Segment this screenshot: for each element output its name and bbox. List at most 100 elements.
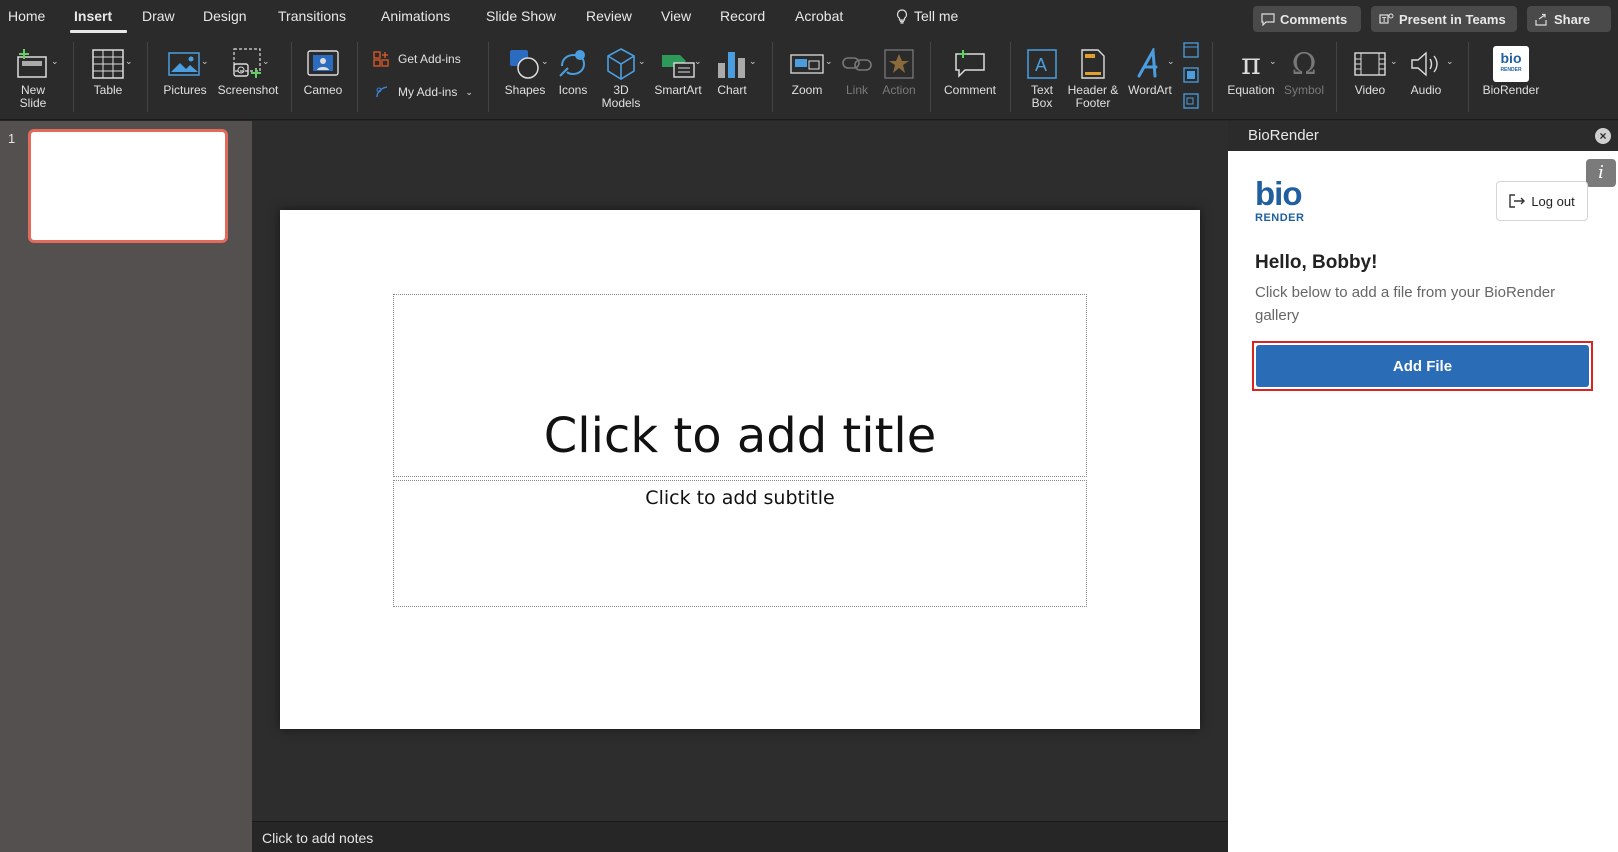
lightbulb-icon	[896, 9, 908, 24]
icons-button[interactable]: Icons	[552, 44, 594, 97]
chevron-down-icon[interactable]: ⌄	[1269, 56, 1277, 67]
wordart-button[interactable]: WordArt	[1124, 44, 1176, 97]
header-footer-icon	[1081, 49, 1105, 79]
slide-thumbnail[interactable]	[28, 129, 228, 243]
svg-text:T: T	[1382, 17, 1387, 24]
tab-slide-show[interactable]: Slide Show	[486, 8, 556, 24]
3d-models-label-2: Models	[601, 96, 641, 110]
close-icon[interactable]: ×	[1595, 128, 1611, 144]
active-tab-indicator	[70, 30, 127, 33]
date-number-object-icons[interactable]	[1182, 40, 1200, 114]
screenshot-label: Screenshot	[217, 83, 279, 97]
biorender-logo-subtext: RENDER	[1255, 212, 1305, 224]
comment-label: Comment	[943, 83, 996, 97]
ribbon-divider	[1212, 42, 1213, 112]
tab-home[interactable]: Home	[8, 8, 45, 24]
tab-insert[interactable]: Insert	[74, 8, 112, 24]
audio-button[interactable]: Audio	[1404, 44, 1448, 97]
tab-animations[interactable]: Animations	[381, 8, 450, 24]
chevron-down-icon[interactable]: ⌄	[749, 56, 757, 67]
ribbon-divider	[73, 42, 74, 112]
chevron-down-icon[interactable]: ⌄	[541, 56, 549, 67]
header-footer-button[interactable]: Header & Footer	[1066, 44, 1120, 110]
chart-icon	[718, 52, 745, 78]
tab-transitions[interactable]: Transitions	[278, 8, 346, 24]
symbol-button[interactable]: Ω Symbol	[1282, 44, 1326, 97]
new-slide-icon	[17, 49, 47, 78]
tab-draw[interactable]: Draw	[142, 8, 175, 24]
present-in-teams-label: Present in Teams	[1399, 11, 1506, 27]
chevron-down-icon[interactable]: ⌄	[1446, 56, 1454, 67]
chevron-down-icon[interactable]: ⌄	[694, 56, 702, 67]
tab-design[interactable]: Design	[203, 8, 247, 24]
equation-button[interactable]: π Equation	[1222, 44, 1280, 97]
share-icon	[1535, 13, 1547, 26]
action-button[interactable]: Action	[880, 44, 918, 97]
chevron-down-icon[interactable]: ⌄	[638, 56, 646, 67]
addin-icon	[376, 86, 388, 98]
new-slide-button[interactable]: New Slide	[8, 44, 58, 110]
pictures-label: Pictures	[163, 83, 207, 97]
chevron-down-icon[interactable]: ⌄	[51, 56, 59, 67]
link-label: Link	[845, 83, 868, 97]
my-addins-button[interactable]: My Add-ins ⌄	[374, 84, 473, 100]
get-addins-button[interactable]: Get Add-ins	[372, 50, 461, 68]
tab-acrobat[interactable]: Acrobat	[795, 8, 843, 24]
biorender-ribbon-button[interactable]: bio RENDER BioRender	[1478, 44, 1544, 97]
tab-record[interactable]: Record	[720, 8, 765, 24]
smartart-button[interactable]: SmartArt	[650, 44, 706, 97]
tab-view[interactable]: View	[661, 8, 691, 24]
equation-label: Equation	[1227, 83, 1275, 97]
pictures-button[interactable]: Pictures	[160, 44, 210, 97]
chevron-down-icon[interactable]: ⌄	[201, 56, 209, 67]
my-addins-label: My Add-ins	[398, 85, 458, 99]
comments-button[interactable]: Comments	[1253, 6, 1361, 32]
ribbon-divider	[1336, 42, 1337, 112]
svg-text:A: A	[1035, 55, 1047, 75]
shapes-button[interactable]: Shapes	[500, 44, 550, 97]
wordart-label: WordArt	[1128, 83, 1172, 97]
wordart-icon	[1137, 48, 1158, 78]
slide-canvas[interactable]: Click to add title Click to add subtitle	[280, 210, 1200, 729]
tell-me-search[interactable]: Tell me	[914, 8, 958, 24]
cameo-button[interactable]: Cameo	[300, 44, 346, 97]
add-file-button[interactable]: Add File	[1256, 345, 1589, 387]
biorender-task-pane: i bio RENDER Log out Hello, Bobby! Click…	[1228, 151, 1618, 852]
comment-button[interactable]: Comment	[942, 44, 998, 97]
ribbon-divider	[488, 42, 489, 112]
biorender-logo: bio	[1255, 175, 1302, 212]
title-placeholder[interactable]: Click to add title	[393, 294, 1087, 477]
film-icon	[1354, 52, 1386, 76]
chevron-down-icon[interactable]: ⌄	[1167, 56, 1175, 67]
chevron-down-icon[interactable]: ⌄	[1390, 56, 1398, 67]
logout-button[interactable]: Log out	[1496, 181, 1588, 221]
present-in-teams-button[interactable]: T Present in Teams	[1371, 6, 1517, 32]
pi-icon: π	[1241, 46, 1261, 82]
cube-icon	[607, 48, 635, 80]
ribbon-divider	[1010, 42, 1011, 112]
subtitle-placeholder[interactable]: Click to add subtitle	[393, 480, 1087, 607]
3d-models-button[interactable]: 3D Models	[600, 44, 642, 110]
table-button[interactable]: Table	[85, 44, 131, 97]
zoom-button[interactable]: Zoom	[785, 44, 829, 97]
zoom-icon	[790, 54, 824, 74]
ribbon-divider	[1468, 42, 1469, 112]
link-button[interactable]: Link	[840, 44, 874, 97]
action-label: Action	[882, 83, 916, 97]
slide-thumbnail-pane: 1	[0, 121, 252, 852]
chevron-down-icon[interactable]: ⌄	[125, 56, 133, 67]
notes-pane[interactable]: Click to add notes	[252, 821, 1228, 852]
chevron-down-icon[interactable]: ⌄	[262, 56, 270, 67]
instructions-text: Click below to add a file from your BioR…	[1255, 284, 1556, 324]
chart-button[interactable]: Chart	[710, 44, 754, 97]
chevron-down-icon[interactable]: ⌄	[825, 56, 833, 67]
screenshot-button[interactable]: Screenshot	[213, 44, 283, 97]
share-button[interactable]: Share	[1527, 6, 1611, 32]
video-button[interactable]: Video	[1348, 44, 1392, 97]
store-icon	[373, 51, 389, 67]
tab-review[interactable]: Review	[586, 8, 632, 24]
info-icon[interactable]: i	[1586, 159, 1616, 187]
text-box-button[interactable]: A Text Box	[1022, 44, 1062, 110]
insert-ribbon: New Slide ⌄ Table ⌄ Pictures ⌄ Screensho…	[0, 34, 1618, 120]
ribbon-divider	[357, 42, 358, 112]
